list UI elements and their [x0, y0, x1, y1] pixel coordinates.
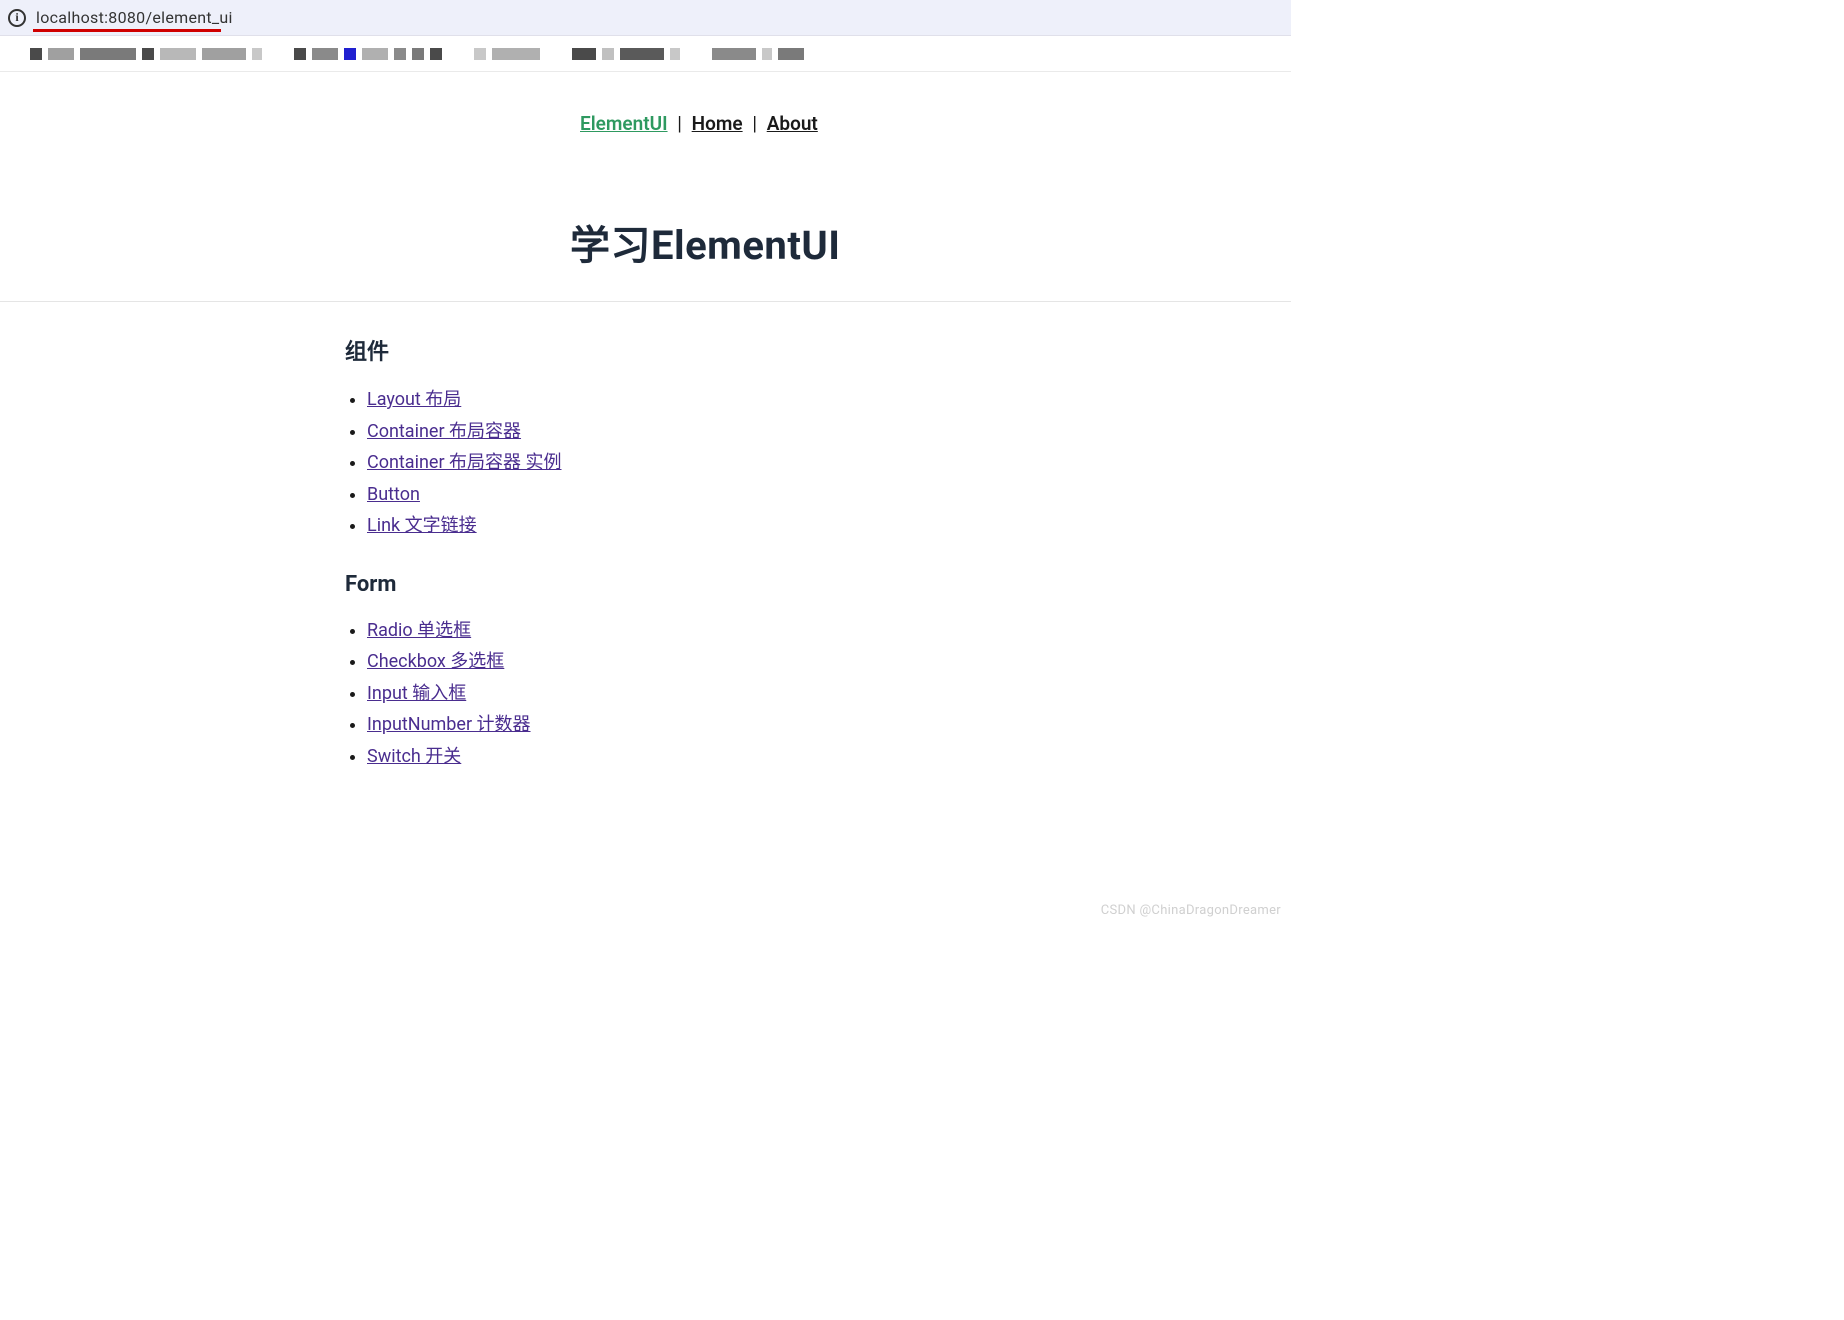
section-heading-form: Form	[345, 572, 600, 597]
link-button[interactable]: Button	[367, 484, 420, 505]
tab-placeholder[interactable]	[30, 48, 42, 60]
link-container-example[interactable]: Container 布局容器 实例	[367, 452, 562, 473]
url-text[interactable]: localhost:8080/element_ui	[36, 8, 233, 27]
component-list: Layout 布局 Container 布局容器 Container 布局容器 …	[345, 384, 600, 542]
form-list: Radio 单选框 Checkbox 多选框 Input 输入框 InputNu…	[345, 615, 600, 773]
tab-placeholder[interactable]	[312, 48, 338, 60]
top-nav: ElementUI | Home | About	[580, 72, 1291, 165]
link-radio[interactable]: Radio 单选框	[367, 620, 471, 641]
tab-placeholder[interactable]	[572, 48, 596, 60]
tab-placeholder[interactable]	[778, 48, 804, 60]
tab-placeholder[interactable]	[80, 48, 136, 60]
link-checkbox[interactable]: Checkbox 多选框	[367, 651, 504, 672]
tab-placeholder[interactable]	[252, 48, 262, 60]
watermark-text: CSDN @ChinaDragonDreamer	[1101, 903, 1281, 918]
list-item: Container 布局容器 实例	[367, 447, 600, 479]
tab-placeholder[interactable]	[344, 48, 356, 60]
tab-placeholder[interactable]	[48, 48, 74, 60]
tab-placeholder[interactable]	[412, 48, 424, 60]
tab-placeholder[interactable]	[294, 48, 306, 60]
tab-placeholder[interactable]	[160, 48, 196, 60]
tab-placeholder[interactable]	[602, 48, 614, 60]
link-link[interactable]: Link 文字链接	[367, 515, 477, 536]
nav-separator: |	[677, 112, 682, 135]
tab-strip	[0, 36, 1291, 72]
list-item: Radio 单选框	[367, 615, 600, 647]
page-title: 学习ElementUI	[570, 213, 1291, 271]
tab-placeholder[interactable]	[394, 48, 406, 60]
list-item: Switch 开关	[367, 741, 600, 773]
tab-placeholder[interactable]	[142, 48, 154, 60]
link-layout[interactable]: Layout 布局	[367, 389, 461, 410]
list-item: Container 布局容器	[367, 416, 600, 448]
tab-placeholder[interactable]	[430, 48, 442, 60]
nav-link-elementui[interactable]: ElementUI	[580, 112, 668, 135]
tab-placeholder[interactable]	[620, 48, 664, 60]
tab-placeholder[interactable]	[492, 48, 540, 60]
list-item: Input 输入框	[367, 678, 600, 710]
tab-placeholder[interactable]	[362, 48, 388, 60]
nav-link-about[interactable]: About	[767, 112, 818, 135]
link-switch[interactable]: Switch 开关	[367, 746, 461, 767]
list-item: Checkbox 多选框	[367, 646, 600, 678]
nav-separator: |	[752, 112, 757, 135]
main-content: 组件 Layout 布局 Container 布局容器 Container 布局…	[0, 302, 600, 772]
info-icon[interactable]: i	[8, 9, 26, 27]
section-heading-components: 组件	[345, 334, 600, 366]
link-input[interactable]: Input 输入框	[367, 683, 466, 704]
list-item: Link 文字链接	[367, 510, 600, 542]
list-item: Button	[367, 479, 600, 511]
link-inputnumber[interactable]: InputNumber 计数器	[367, 714, 531, 735]
tab-placeholder[interactable]	[762, 48, 772, 60]
list-item: InputNumber 计数器	[367, 709, 600, 741]
link-container[interactable]: Container 布局容器	[367, 421, 521, 442]
url-underline-annotation	[33, 29, 221, 32]
tab-placeholder[interactable]	[202, 48, 246, 60]
tab-placeholder[interactable]	[474, 48, 486, 60]
tab-placeholder[interactable]	[712, 48, 756, 60]
browser-address-bar[interactable]: i localhost:8080/element_ui	[0, 0, 1291, 36]
tab-placeholder[interactable]	[670, 48, 680, 60]
nav-link-home[interactable]: Home	[692, 112, 743, 135]
list-item: Layout 布局	[367, 384, 600, 416]
